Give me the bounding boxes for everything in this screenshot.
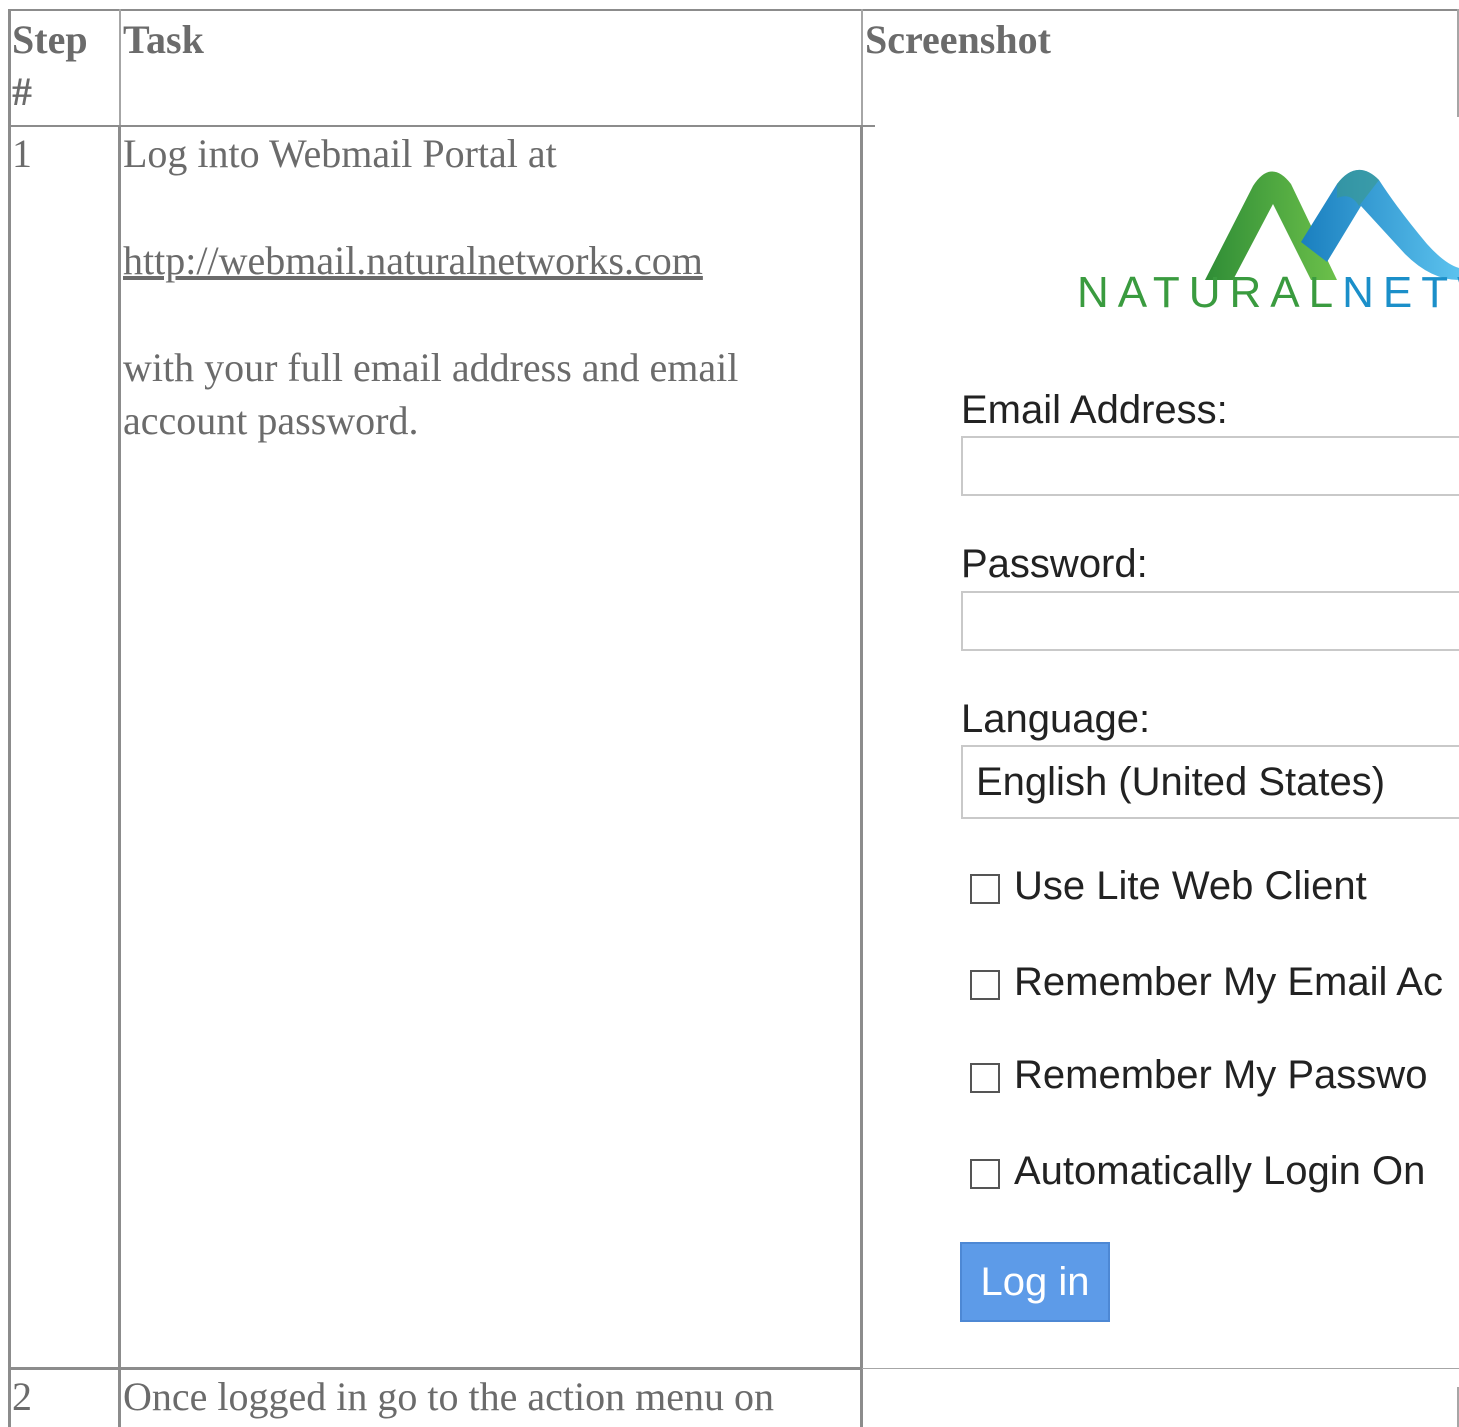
password-field[interactable] bbox=[961, 591, 1459, 651]
table-top-border bbox=[9, 9, 1459, 11]
logo-text-natural: NATURAL bbox=[1077, 268, 1343, 317]
email-field[interactable] bbox=[961, 436, 1459, 496]
row1-bottom-screenshot bbox=[862, 1368, 1459, 1369]
header-screenshot: Screenshot bbox=[865, 17, 1051, 62]
col-divider-task bbox=[861, 9, 863, 127]
header-step: Step # bbox=[12, 17, 88, 114]
row1-step: 1 bbox=[12, 131, 32, 176]
password-label: Password: bbox=[961, 542, 1148, 586]
row2-step: 2 bbox=[12, 1374, 32, 1419]
row2-task-line1: Once logged in go to the action menu on bbox=[123, 1374, 774, 1419]
login-button[interactable]: Log in bbox=[960, 1242, 1110, 1322]
remember-email-label: Remember My Email Ac bbox=[1014, 960, 1443, 1004]
remember-password-checkbox[interactable] bbox=[970, 1063, 1000, 1093]
logo-text-networks: NETW bbox=[1342, 268, 1459, 317]
remember-email-checkbox[interactable] bbox=[970, 970, 1000, 1000]
language-select[interactable]: English (United States) bbox=[961, 745, 1459, 819]
table-left-border bbox=[8, 9, 11, 1427]
remember-password-label: Remember My Passwo bbox=[1014, 1053, 1428, 1097]
lite-client-checkbox[interactable] bbox=[970, 874, 1000, 904]
natural-networks-logo: NATURALNETW bbox=[1075, 158, 1459, 328]
col-divider-step bbox=[119, 9, 121, 127]
col-divider-step-row1 bbox=[118, 126, 121, 1427]
logo-text: NATURALNETW bbox=[1077, 268, 1459, 318]
webmail-link[interactable]: http://webmail.naturalnetworks.com bbox=[123, 234, 703, 287]
lite-client-label: Use Lite Web Client bbox=[1014, 864, 1367, 908]
row1-task-line2: with your full email address and email a… bbox=[123, 345, 739, 443]
row1-task-line1: Log into Webmail Portal at bbox=[123, 131, 557, 176]
header-task: Task bbox=[123, 17, 204, 62]
language-label: Language: bbox=[961, 697, 1151, 741]
email-label: Email Address: bbox=[961, 388, 1228, 432]
auto-login-label: Automatically Login On bbox=[1014, 1149, 1426, 1193]
auto-login-checkbox[interactable] bbox=[970, 1159, 1000, 1189]
col-divider-task-row1 bbox=[860, 126, 863, 1427]
